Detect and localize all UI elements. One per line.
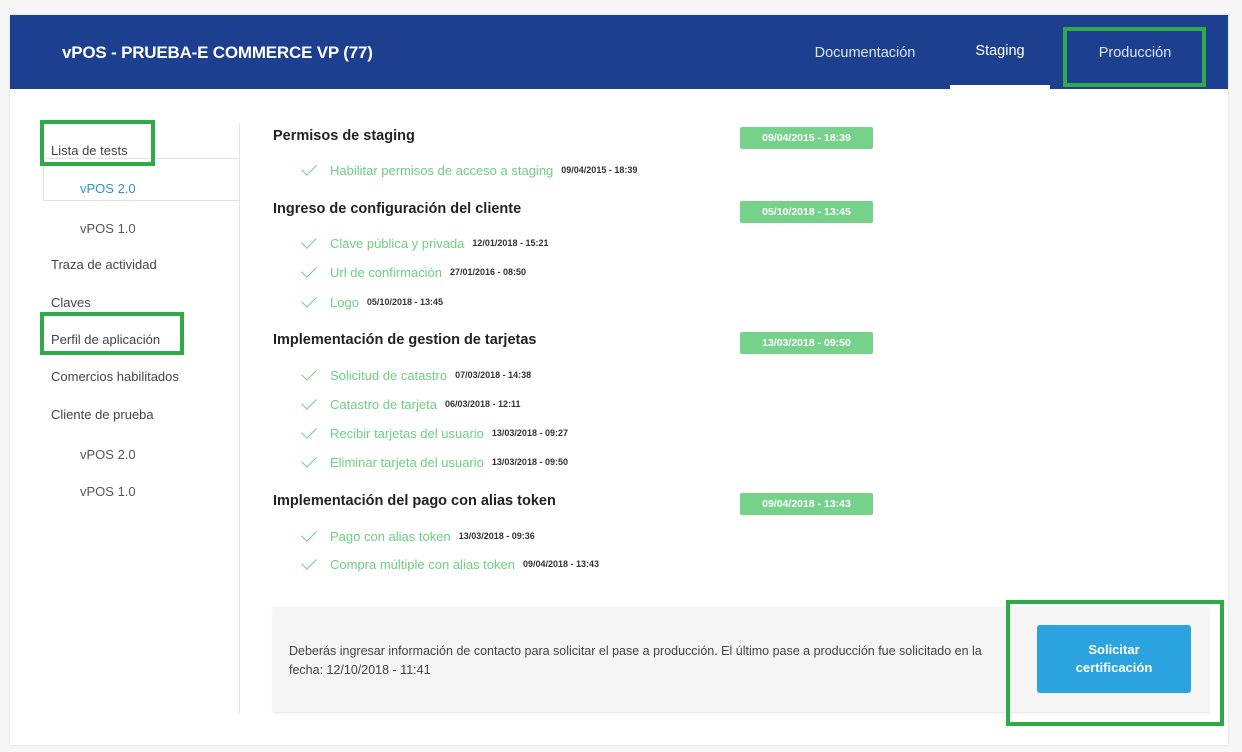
sidebar-item-vpos-1-0[interactable]: vPOS 1.0	[80, 221, 136, 236]
item-label: Logo	[330, 295, 359, 310]
item-date: 27/01/2016 - 08:50	[450, 267, 527, 277]
item-label: Clave pública y privada	[330, 236, 465, 251]
item-label: Pago con alias token	[330, 529, 451, 544]
check-icon	[301, 160, 317, 176]
sidebar-item-comercios-habilitados[interactable]: Comercios habilitados	[51, 369, 179, 384]
item-date: 13/03/2018 - 09:50	[491, 457, 568, 467]
top-navigation-bar: vPOS - PRUEBA-E COMMERCE VP (77) Documen…	[10, 15, 1228, 89]
sidebar-item-perfil-de-aplicacion[interactable]: Perfil de aplicación	[51, 332, 160, 347]
item-date: 05/10/2018 - 13:45	[366, 297, 443, 307]
section-title: Permisos de staging	[273, 128, 415, 144]
check-icon	[301, 292, 317, 308]
active-tab-indicator	[950, 85, 1050, 89]
tab-staging[interactable]: Staging	[950, 15, 1050, 89]
section-title: Implementación del pago con alias token	[273, 493, 556, 509]
section-date-badge: 05/10/2018 - 13:45	[740, 201, 873, 223]
item-date: 12/01/2018 - 15:21	[472, 238, 549, 248]
sidebar-item-cliente-de-prueba[interactable]: Cliente de prueba	[51, 407, 154, 422]
check-icon	[301, 452, 317, 468]
check-icon	[301, 394, 317, 410]
item-label: Catastro de tarjeta	[330, 397, 437, 412]
sidebar-divider	[239, 123, 240, 713]
section-date-badge: 09/04/2018 - 13:43	[740, 493, 873, 515]
check-icon	[301, 423, 317, 439]
list-item: Url de confirmación 27/01/2016 - 08:50	[300, 262, 527, 280]
tab-produccion[interactable]: Producción	[1065, 15, 1205, 89]
list-item: Compra múltiple con alias token 09/04/201…	[300, 554, 600, 572]
item-date: 09/04/2018 - 13:43	[522, 559, 600, 569]
item-label: Solicitud de catastro	[330, 368, 448, 383]
sidebar-item-claves[interactable]: Claves	[51, 295, 91, 310]
item-date: 13/03/2018 - 09:36	[458, 531, 535, 541]
certification-message: Deberás ingresar información de contacto…	[289, 644, 982, 677]
item-label: Compra múltiple con alias token	[330, 557, 515, 572]
item-date: 09/04/2015 - 18:39	[561, 165, 638, 175]
sidebar-selected-box	[43, 158, 240, 201]
item-date: 06/03/2018 - 12:11	[444, 399, 521, 409]
check-icon	[301, 554, 317, 570]
check-icon	[301, 262, 317, 278]
item-date: 13/03/2018 - 09:27	[491, 428, 568, 438]
list-item: Habilitar permisos de acceso a staging 09…	[300, 160, 638, 178]
certification-panel: Deberás ingresar información de contacto…	[273, 607, 1209, 712]
list-item: Eliminar tarjeta del usuario 13/03/2018 -…	[300, 452, 568, 470]
item-label: Url de confirmación	[330, 265, 442, 280]
sidebar-item-vpos-2-0[interactable]: vPOS 2.0	[80, 181, 136, 196]
sidebar-item-cliente-vpos-1-0[interactable]: vPOS 1.0	[80, 484, 136, 499]
item-label: Recibir tarjetas del usuario	[330, 426, 484, 441]
tab-staging-label: Staging	[975, 43, 1025, 59]
check-icon	[301, 233, 317, 249]
check-icon	[301, 526, 317, 542]
item-label: Habilitar permisos de acceso a staging	[330, 163, 554, 178]
app-title: vPOS - PRUEBA-E COMMERCE VP (77)	[62, 43, 373, 62]
section-title: Ingreso de configuración del cliente	[273, 201, 522, 217]
list-item: Catastro de tarjeta 06/03/2018 - 12:11	[300, 394, 521, 412]
tab-documentacion[interactable]: Documentación	[800, 15, 930, 89]
section-title: Implementación de gestion de tarjetas	[273, 332, 537, 348]
list-item: Pago con alias token 13/03/2018 - 09:36	[300, 526, 535, 544]
list-item: Clave pública y privada 12/01/2018 - 15:2…	[300, 233, 549, 251]
section-date-badge: 13/03/2018 - 09:50	[740, 332, 873, 354]
request-certification-button[interactable]: Solicitar certificación	[1037, 625, 1191, 693]
main-card: vPOS - PRUEBA-E COMMERCE VP (77) Documen…	[10, 15, 1228, 745]
list-item: Logo 05/10/2018 - 13:45	[300, 292, 443, 310]
item-label: Eliminar tarjeta del usuario	[330, 455, 484, 470]
check-icon	[301, 365, 317, 381]
list-item: Recibir tarjetas del usuario 13/03/2018 -…	[300, 423, 568, 441]
list-item: Solicitud de catastro 07/03/2018 - 14:38	[300, 365, 532, 383]
sidebar-item-traza-de-actividad[interactable]: Traza de actividad	[51, 257, 157, 272]
sidebar-item-lista-de-tests[interactable]: Lista de tests	[51, 143, 128, 158]
section-date-badge: 09/04/2015 - 18:39	[740, 127, 873, 149]
item-date: 07/03/2018 - 14:38	[455, 370, 532, 380]
sidebar-item-cliente-vpos-2-0[interactable]: vPOS 2.0	[80, 447, 136, 462]
